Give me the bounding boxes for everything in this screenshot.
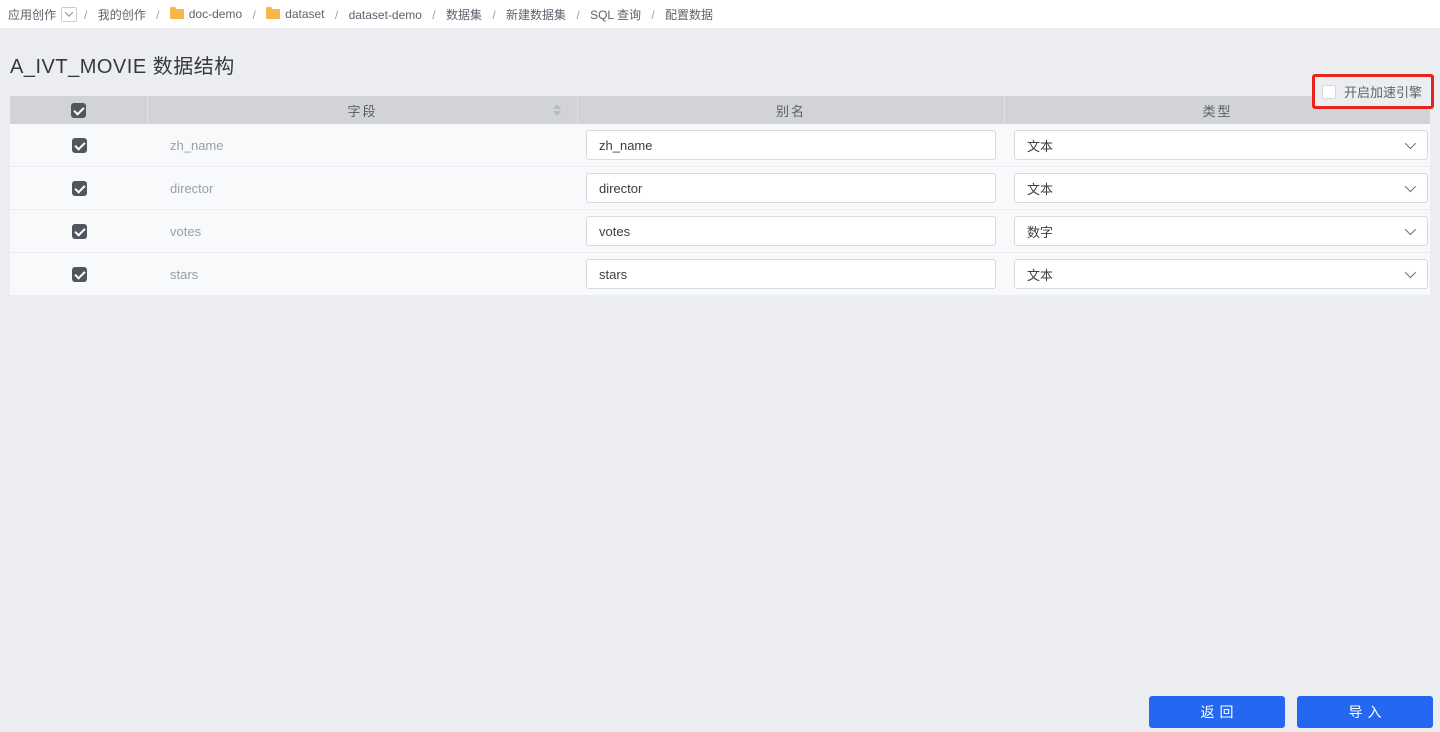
breadcrumb-separator: / bbox=[576, 8, 579, 22]
header-field: 字段 bbox=[148, 96, 578, 124]
header-alias-label: 别名 bbox=[776, 101, 806, 120]
type-select[interactable]: 数字 bbox=[1014, 216, 1428, 246]
type-value: 数字 bbox=[1027, 222, 1053, 241]
breadcrumb: 应用创作 / 我的创作 / doc-demo / dataset / datas… bbox=[0, 0, 1440, 28]
breadcrumb-item-label: 新建数据集 bbox=[506, 6, 566, 23]
breadcrumb-item-label: doc-demo bbox=[189, 7, 242, 21]
table-body: zh_name 文本 director 文本 bbox=[10, 124, 1430, 296]
header-type-label: 类型 bbox=[1202, 101, 1232, 120]
table-row: zh_name 文本 bbox=[10, 124, 1430, 167]
breadcrumb-item[interactable]: dataset-demo bbox=[349, 8, 422, 22]
breadcrumb-root[interactable]: 应用创作 bbox=[8, 6, 56, 23]
alias-input[interactable] bbox=[586, 259, 996, 289]
field-name: director bbox=[148, 181, 213, 196]
folder-icon bbox=[266, 9, 280, 19]
breadcrumb-item-label: dataset-demo bbox=[349, 8, 422, 22]
breadcrumb-separator: / bbox=[156, 8, 159, 22]
row-checkbox[interactable] bbox=[72, 267, 87, 282]
folder-icon bbox=[170, 9, 184, 19]
chevron-down-icon bbox=[65, 8, 73, 16]
chevron-down-icon bbox=[1405, 181, 1416, 192]
breadcrumb-separator: / bbox=[84, 8, 87, 22]
alias-input[interactable] bbox=[586, 173, 996, 203]
row-checkbox[interactable] bbox=[72, 181, 87, 196]
header-type: 类型 bbox=[1005, 96, 1430, 124]
chevron-down-icon bbox=[1405, 138, 1416, 149]
chevron-down-icon bbox=[1405, 224, 1416, 235]
import-button[interactable]: 导入 bbox=[1297, 696, 1433, 728]
field-name: stars bbox=[148, 267, 198, 282]
type-select[interactable]: 文本 bbox=[1014, 173, 1428, 203]
breadcrumb-item[interactable]: 配置数据 bbox=[665, 6, 713, 23]
alias-input[interactable] bbox=[586, 216, 996, 246]
breadcrumb-separator: / bbox=[651, 8, 654, 22]
row-checkbox[interactable] bbox=[72, 138, 87, 153]
breadcrumb-item[interactable]: 数据集 bbox=[446, 6, 482, 23]
breadcrumb-item-label: 我的创作 bbox=[98, 6, 146, 23]
alias-input[interactable] bbox=[586, 130, 996, 160]
fields-table: 字段 别名 类型 zh_name 文本 bbox=[10, 96, 1430, 296]
breadcrumb-item-label: 配置数据 bbox=[665, 6, 713, 23]
type-value: 文本 bbox=[1027, 136, 1053, 155]
type-value: 文本 bbox=[1027, 265, 1053, 284]
breadcrumb-item[interactable]: 我的创作 bbox=[98, 6, 146, 23]
content-area: A_IVT_MOVIE 数据结构 开启加速引擎 字段 别名 类型 bbox=[0, 28, 1440, 732]
sort-arrows-icon[interactable] bbox=[553, 104, 561, 116]
table-row: stars 文本 bbox=[10, 253, 1430, 296]
field-name: zh_name bbox=[148, 138, 223, 153]
select-all-checkbox[interactable] bbox=[71, 103, 86, 118]
breadcrumb-item-label: dataset bbox=[285, 7, 324, 21]
breadcrumb-separator: / bbox=[335, 8, 338, 22]
breadcrumb-separator: / bbox=[432, 8, 435, 22]
header-field-label: 字段 bbox=[347, 101, 377, 120]
breadcrumb-separator: / bbox=[492, 8, 495, 22]
page-title: A_IVT_MOVIE 数据结构 bbox=[10, 50, 1440, 79]
type-value: 文本 bbox=[1027, 179, 1053, 198]
breadcrumb-items: / 我的创作 / doc-demo / dataset / dataset-de… bbox=[77, 6, 713, 23]
row-checkbox[interactable] bbox=[72, 224, 87, 239]
header-alias: 别名 bbox=[578, 96, 1005, 124]
app-switcher-dropdown[interactable] bbox=[61, 7, 77, 22]
back-button[interactable]: 返回 bbox=[1149, 696, 1285, 728]
breadcrumb-item-label: 数据集 bbox=[446, 6, 482, 23]
breadcrumb-item[interactable]: dataset bbox=[266, 7, 324, 21]
header-select-all bbox=[10, 96, 148, 124]
table-row: votes 数字 bbox=[10, 210, 1430, 253]
chevron-down-icon bbox=[1405, 267, 1416, 278]
footer-actions: 返回 导入 bbox=[1149, 696, 1433, 728]
breadcrumb-separator: / bbox=[252, 8, 255, 22]
type-select[interactable]: 文本 bbox=[1014, 259, 1428, 289]
type-select[interactable]: 文本 bbox=[1014, 130, 1428, 160]
field-name: votes bbox=[148, 224, 201, 239]
breadcrumb-item-label: SQL 查询 bbox=[590, 6, 641, 23]
breadcrumb-item[interactable]: SQL 查询 bbox=[590, 6, 641, 23]
breadcrumb-item[interactable]: 新建数据集 bbox=[506, 6, 566, 23]
breadcrumb-item[interactable]: doc-demo bbox=[170, 7, 242, 21]
table-header-row: 字段 别名 类型 bbox=[10, 96, 1430, 124]
table-row: director 文本 bbox=[10, 167, 1430, 210]
